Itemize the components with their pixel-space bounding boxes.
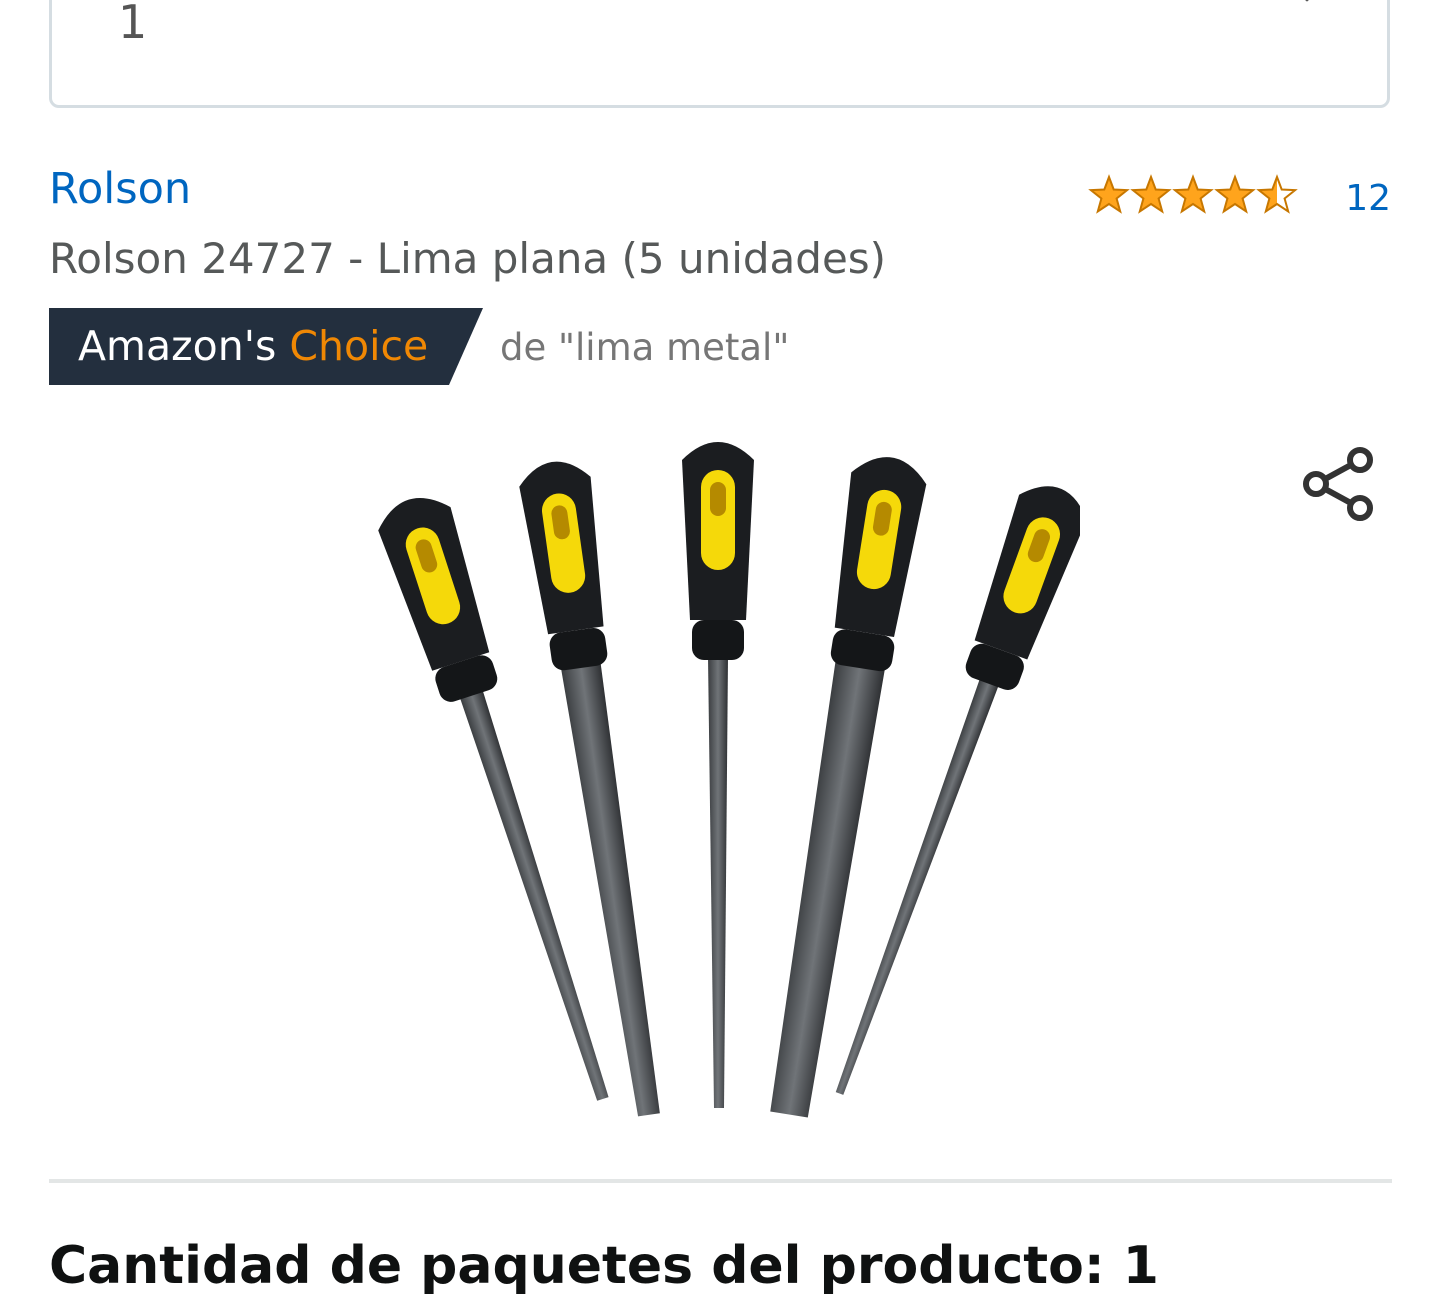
file-3 (682, 442, 754, 1108)
badge-keyword: de "lima metal" (500, 326, 790, 369)
star-rating-graphic (1088, 174, 1298, 214)
share-icon[interactable] (1298, 444, 1378, 524)
package-quantity-heading: Cantidad de paquetes del producto: 1 (49, 1236, 1159, 1296)
product-image[interactable] (360, 420, 1080, 1140)
star-icon (1172, 174, 1214, 214)
file-2 (519, 461, 660, 1117)
file-4 (770, 457, 927, 1118)
rating-stars[interactable] (1088, 174, 1298, 216)
product-title: Rolson 24727 - Lima plana (5 unidades) (49, 234, 887, 283)
review-count-link[interactable]: 12 (1345, 178, 1391, 219)
badge-prefix: Amazon's (78, 322, 290, 370)
amazons-choice-badge: Amazon's Choice (49, 308, 483, 385)
quantity-value: 1 (118, 0, 148, 49)
section-divider (49, 1179, 1392, 1183)
star-icon (1214, 174, 1256, 214)
brand-link[interactable]: Rolson (49, 165, 191, 213)
star-icon (1088, 174, 1130, 214)
quantity-dropdown[interactable]: 1 (49, 0, 1390, 108)
star-icon (1256, 174, 1298, 214)
badge-highlight: Choice (289, 322, 429, 370)
badge-label: Amazon's Choice (78, 322, 429, 370)
star-icon (1130, 174, 1172, 214)
chevron-down-icon (1305, 0, 1309, 2)
